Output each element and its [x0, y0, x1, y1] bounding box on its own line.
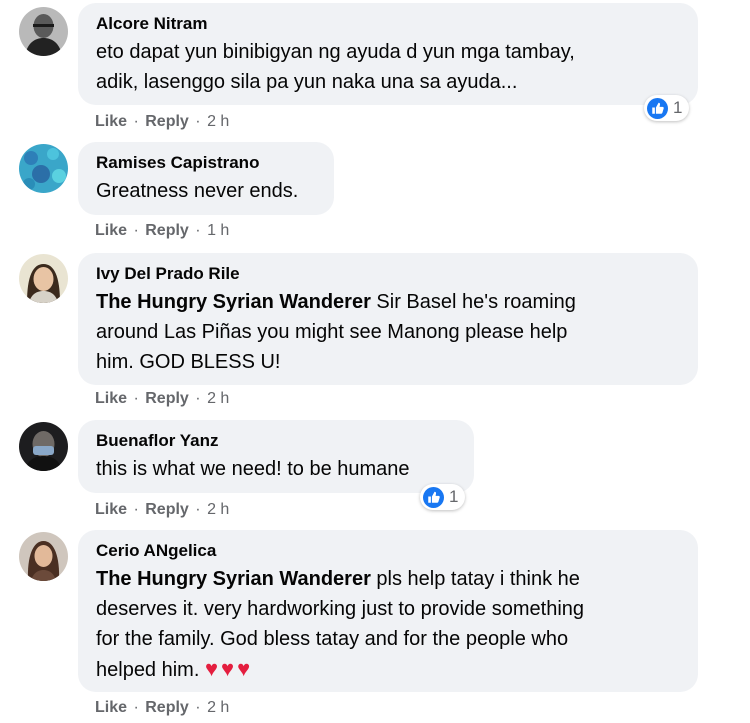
like-thumb-icon [647, 97, 668, 119]
comment-bubble: Ramises Capistrano Greatness never ends. [78, 142, 334, 215]
comment-actions: Like · Reply · 2 h [95, 389, 229, 409]
like-thumb-icon [423, 486, 444, 508]
reaction-count: 1 [449, 487, 459, 506]
reply-link[interactable]: Reply [145, 222, 189, 239]
separator: · [195, 501, 201, 518]
comment-text: Greatness never ends. [96, 180, 299, 202]
like-link[interactable]: Like [95, 699, 127, 716]
avatar-image [19, 532, 68, 581]
like-link[interactable]: Like [95, 222, 127, 239]
comment-timestamp[interactable]: 2 h [207, 113, 229, 130]
separator: · [133, 390, 139, 407]
comment-author[interactable]: Ivy Del Prado Rile [96, 263, 680, 285]
reply-link[interactable]: Reply [145, 699, 189, 716]
comment-text: this is what we need! to be humane [96, 458, 410, 480]
comment-author[interactable]: Alcore Nitram [96, 13, 680, 35]
like-link[interactable]: Like [95, 501, 127, 518]
reaction-summary[interactable]: 1 [644, 95, 690, 121]
avatar-image [19, 144, 68, 193]
comment-timestamp[interactable]: 2 h [207, 501, 229, 518]
separator: · [133, 222, 139, 239]
separator: · [195, 390, 201, 407]
separator: · [195, 222, 201, 239]
avatar-alcore-nitram[interactable] [19, 7, 68, 56]
comment-actions: Like · Reply · 2 h [95, 500, 229, 520]
separator: · [133, 113, 139, 130]
like-link[interactable]: Like [95, 113, 127, 130]
comment-bubble: Ivy Del Prado Rile The Hungry Syrian Wan… [78, 253, 698, 385]
reply-link[interactable]: Reply [145, 390, 189, 407]
mention-link[interactable]: The Hungry Syrian Wanderer [96, 291, 371, 313]
avatar-cerio-angelica[interactable] [19, 532, 68, 581]
separator: · [133, 501, 139, 518]
comment-author[interactable]: Ramises Capistrano [96, 152, 316, 174]
reaction-summary[interactable]: 1 [420, 484, 466, 510]
comment-actions: Like · Reply · 2 h [95, 112, 229, 132]
like-link[interactable]: Like [95, 390, 127, 407]
comment-text: The Hungry Syrian Wanderer pls help tata… [96, 568, 585, 681]
comment-actions: Like · Reply · 1 h [95, 221, 229, 241]
avatar-image [19, 254, 68, 303]
avatar-ramises-capistrano[interactable] [19, 144, 68, 193]
comment-author[interactable]: Cerio ANgelica [96, 540, 680, 562]
avatar-buenaflor-yanz[interactable] [19, 422, 68, 471]
comment-bubble: Buenaflor Yanz this is what we need! to … [78, 420, 474, 493]
avatar-ivy-del-prado-rile[interactable] [19, 254, 68, 303]
comment-text: The Hungry Syrian Wanderer Sir Basel he'… [96, 291, 576, 373]
comment-text: eto dapat yun binibigyan ng ayuda d yun … [96, 41, 575, 93]
comment-timestamp[interactable]: 2 h [207, 390, 229, 407]
red-heart-icon: ♥♥♥ [204, 656, 254, 681]
reply-link[interactable]: Reply [145, 501, 189, 518]
comment-timestamp[interactable]: 2 h [207, 699, 229, 716]
comment-actions: Like · Reply · 2 h [95, 698, 229, 718]
reply-link[interactable]: Reply [145, 113, 189, 130]
reaction-count: 1 [673, 98, 683, 117]
avatar-image [19, 7, 68, 56]
comment-bubble: Alcore Nitram eto dapat yun binibigyan n… [78, 3, 698, 105]
mention-link[interactable]: The Hungry Syrian Wanderer [96, 568, 371, 590]
comment-author[interactable]: Buenaflor Yanz [96, 430, 456, 452]
avatar-image [19, 422, 68, 471]
comment-timestamp[interactable]: 1 h [207, 222, 229, 239]
separator: · [133, 699, 139, 716]
comment-bubble: Cerio ANgelica The Hungry Syrian Wandere… [78, 530, 698, 692]
separator: · [195, 113, 201, 130]
separator: · [195, 699, 201, 716]
